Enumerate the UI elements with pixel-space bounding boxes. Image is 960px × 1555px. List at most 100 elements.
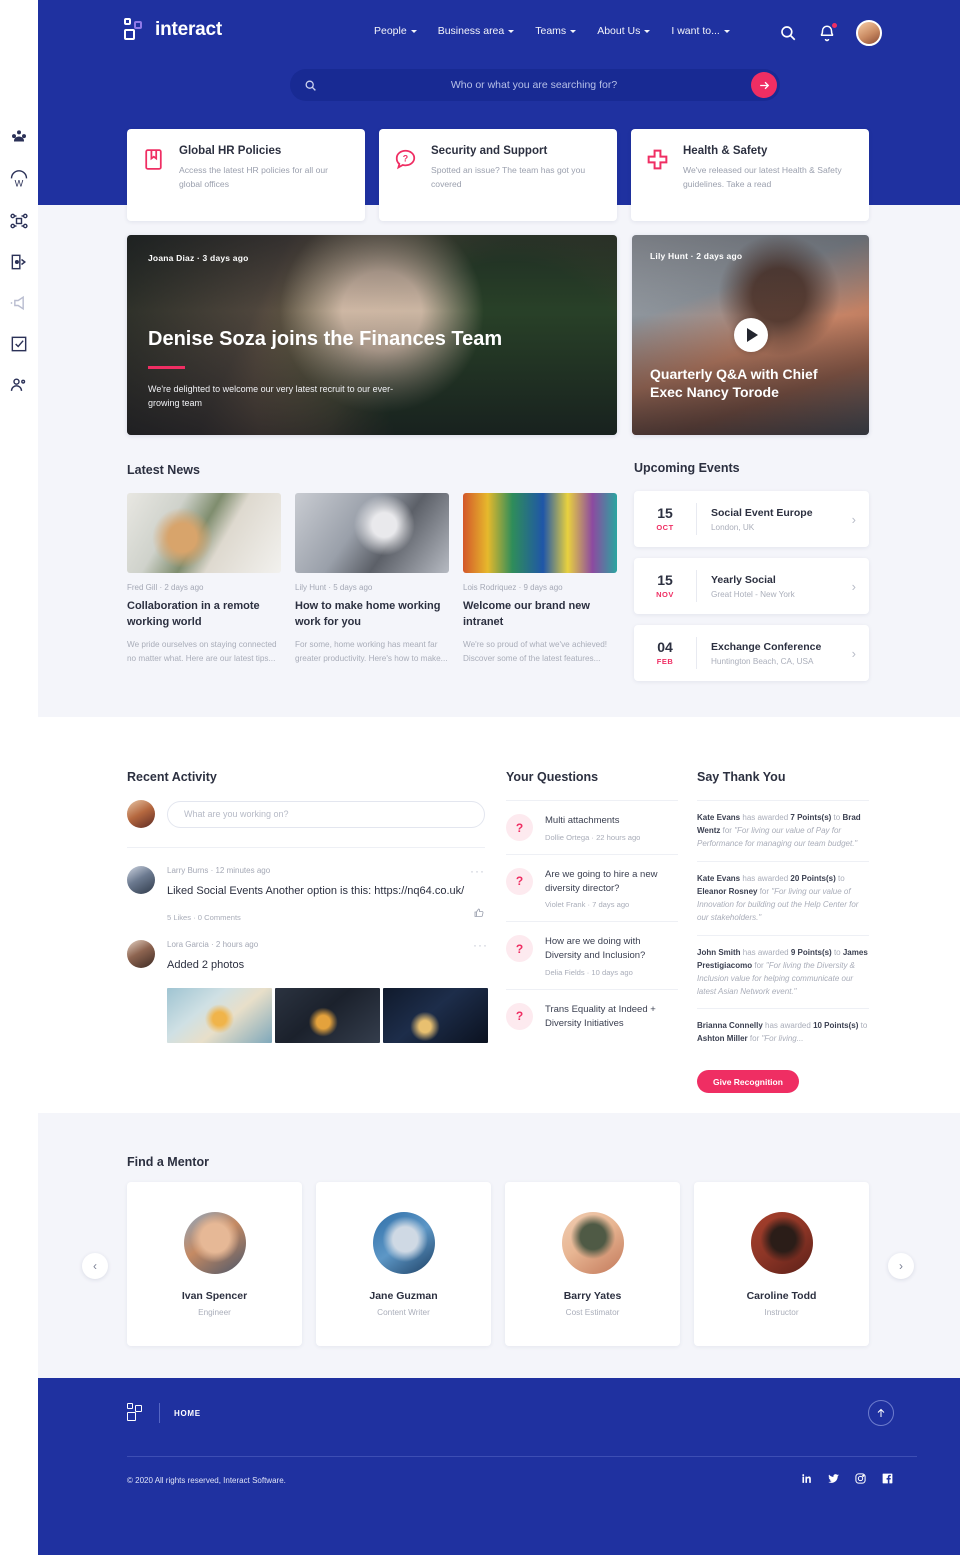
checklist-icon[interactable] — [8, 333, 30, 355]
connector: to — [835, 873, 845, 883]
search-icon — [304, 79, 317, 92]
recognition-points: 7 Points(s) — [790, 813, 832, 822]
event-item[interactable]: 15 NOV Yearly Social Great Hotel - New Y… — [634, 558, 869, 614]
connector: for — [757, 886, 772, 896]
question-meta: Violet Frank · 7 days ago — [545, 900, 630, 910]
connector: to — [831, 947, 843, 957]
post-photo[interactable] — [383, 987, 488, 1043]
question-item[interactable]: ? Multi attachments Dollie Ortega · 22 h… — [506, 800, 678, 854]
featured-subtitle: We're delighted to welcome our very late… — [148, 383, 394, 409]
featured-title: Denise Soza joins the Finances Team — [148, 328, 503, 351]
question-title: Are we going to hire a new diversity dir… — [545, 868, 658, 894]
post-photo[interactable] — [167, 987, 272, 1043]
user-pair-icon[interactable] — [8, 374, 30, 396]
footer-social-links — [800, 1472, 894, 1485]
avatar — [561, 1211, 624, 1274]
facebook-icon[interactable] — [881, 1472, 894, 1485]
question-item[interactable]: ? Are we going to hire a new diversity d… — [506, 853, 678, 922]
mentor-role: Content Writer — [377, 1307, 430, 1317]
accent-rule — [148, 365, 185, 369]
search-icon[interactable] — [778, 23, 798, 43]
recognition-points: 10 Points(s) — [813, 1021, 859, 1031]
megaphone-icon[interactable] — [8, 292, 30, 314]
event-name: Exchange Conference — [711, 640, 822, 653]
linkedin-icon[interactable] — [800, 1472, 813, 1485]
nav-item-people[interactable]: People — [374, 25, 417, 37]
instagram-icon[interactable] — [854, 1472, 867, 1485]
post-stats: 5 Likes · 0 Comments — [167, 912, 241, 922]
quick-link-title: Health & Safety — [683, 145, 768, 157]
latest-news-heading: Latest News — [127, 463, 200, 477]
chevron-right-icon: › — [851, 645, 856, 661]
your-questions-heading: Your Questions — [506, 770, 599, 784]
thumbs-up-icon[interactable] — [473, 906, 485, 924]
connector: to — [831, 813, 843, 822]
quick-link-global-hr-policies[interactable]: Global HR Policies Access the latest HR … — [127, 129, 365, 221]
people-group-icon[interactable] — [8, 128, 30, 150]
brand-logo[interactable]: interact — [124, 18, 222, 42]
search-submit-button[interactable] — [751, 72, 777, 98]
mentor-role: Cost Estimator — [565, 1307, 620, 1317]
post-photos — [167, 987, 488, 1043]
event-date: 15 NOV — [634, 573, 696, 599]
featured-article-card[interactable]: Joana Diaz · 3 days ago Denise Soza join… — [127, 235, 617, 435]
mentor-card[interactable]: Caroline Todd Instructor — [694, 1182, 869, 1346]
featured-meta: Joana Diaz · 3 days ago — [148, 253, 249, 263]
mentor-name: Caroline Todd — [746, 1289, 817, 1302]
event-name: Social Event Europe — [711, 506, 813, 519]
post-photo[interactable] — [275, 987, 380, 1043]
news-card[interactable]: Fred Gill · 2 days ago Collaboration in … — [127, 493, 281, 665]
activity-post: ··· Larry Burns · 12 minutes ago Liked S… — [127, 848, 485, 922]
news-card[interactable]: Lois Rodriquez · 9 days ago Welcome our … — [463, 493, 617, 665]
video-title: Quarterly Q&A with Chief Exec Nancy Toro… — [650, 365, 818, 400]
avatar — [183, 1211, 246, 1274]
activity-input[interactable] — [167, 800, 485, 828]
question-item[interactable]: ? How are we doing with Diversity and In… — [506, 921, 678, 989]
connector: for — [752, 960, 766, 970]
quick-link-security-and-support[interactable]: ? Security and Support Spotted an issue?… — [379, 129, 617, 221]
mentor-card[interactable]: Jane Guzman Content Writer — [316, 1182, 491, 1346]
news-thumbnail — [463, 493, 617, 573]
user-avatar[interactable] — [856, 20, 882, 46]
nav-item-about-us[interactable]: About Us — [597, 25, 651, 37]
search-bar[interactable] — [290, 69, 780, 101]
chevron-right-icon[interactable]: › — [888, 1253, 914, 1279]
org-chart-icon[interactable] — [8, 210, 30, 232]
featured-video-card[interactable]: Lily Hunt · 2 days ago Quarterly Q&A wit… — [632, 235, 869, 435]
connector: for — [720, 825, 735, 835]
interact-logo-icon[interactable] — [127, 1403, 145, 1423]
recognition-points: 9 Points(s) — [790, 947, 832, 957]
event-day: 15 — [657, 505, 673, 522]
post-menu-icon[interactable]: ··· — [473, 938, 488, 952]
post-text: Added 2 photos — [167, 958, 245, 971]
event-month: FEB — [656, 656, 674, 666]
chevron-left-icon[interactable]: ‹ — [82, 1253, 108, 1279]
nav-item-teams[interactable]: Teams — [535, 25, 577, 37]
umbrella-w-icon[interactable]: W — [8, 169, 30, 191]
nav-item-i-want-to[interactable]: I want to... — [671, 25, 730, 37]
mentor-card[interactable]: Barry Yates Cost Estimator — [505, 1182, 680, 1346]
event-item[interactable]: 04 FEB Exchange Conference Huntington Be… — [634, 625, 869, 681]
search-input[interactable] — [317, 79, 751, 91]
question-item[interactable]: ? Trans Equality at Indeed + Diversity I… — [506, 988, 678, 1039]
news-thumbnail — [127, 493, 281, 573]
bell-icon[interactable] — [817, 22, 838, 43]
event-item[interactable]: 15 OCT Social Event Europe London, UK › — [634, 491, 869, 547]
quick-link-desc: Spotted an issue? The team has got you c… — [431, 165, 586, 190]
exit-door-icon[interactable] — [8, 251, 30, 273]
chevron-down-icon — [644, 29, 651, 33]
footer-home-link[interactable]: HOME — [174, 1409, 201, 1418]
nav-item-business-area[interactable]: Business area — [438, 25, 515, 37]
nav-label: Business area — [437, 25, 505, 37]
page-root: W interact People Business area Teams Ab… — [0, 0, 960, 1555]
connector: to — [858, 1021, 868, 1031]
quick-link-health-and-safety[interactable]: Health & Safety We've released our lates… — [631, 129, 869, 221]
give-recognition-button[interactable]: Give Recognition — [697, 1070, 799, 1094]
news-card[interactable]: Lily Hunt · 5 days ago How to make home … — [295, 493, 449, 665]
event-location: Huntington Beach, CA, USA — [711, 656, 814, 666]
play-icon[interactable] — [733, 318, 768, 352]
twitter-icon[interactable] — [827, 1472, 840, 1485]
mentor-card[interactable]: Ivan Spencer Engineer — [127, 1182, 302, 1346]
arrow-up-icon[interactable] — [868, 1400, 894, 1426]
post-menu-icon[interactable]: ··· — [470, 864, 485, 878]
